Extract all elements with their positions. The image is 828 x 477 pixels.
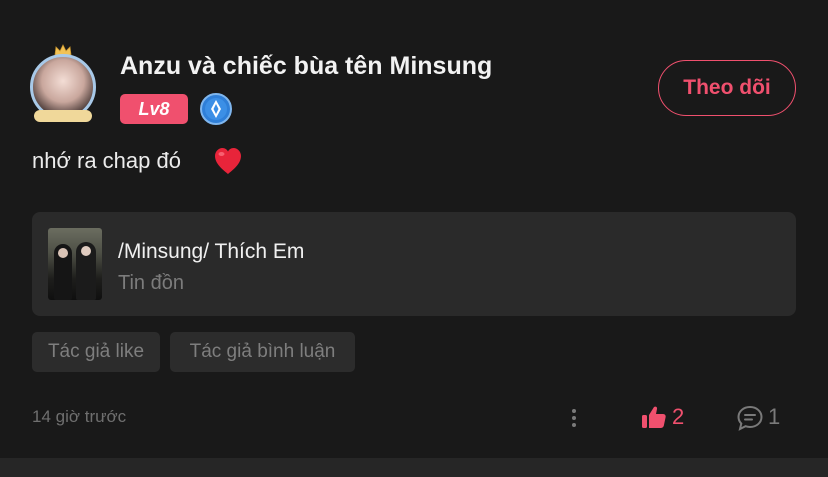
tag-author-comment[interactable]: Tác giả bình luận	[170, 332, 355, 372]
author-name[interactable]: Anzu và chiếc bùa tên Minsung	[120, 52, 492, 81]
avatar-frame-ribbon	[34, 110, 92, 122]
post-content: nhớ ra chap đó	[32, 148, 181, 173]
tag-author-like[interactable]: Tác giả like	[32, 332, 160, 372]
diamond-badge-icon	[200, 93, 232, 125]
thumbs-up-icon[interactable]	[641, 404, 667, 430]
story-title: /Minsung/ Thích Em	[118, 240, 305, 263]
story-subtitle: Tin đồn	[118, 272, 184, 294]
post-timestamp: 14 giờ trước	[32, 407, 127, 426]
comment-count: 1	[768, 404, 781, 429]
follow-button[interactable]: Theo dõi	[658, 60, 796, 116]
linked-story-card[interactable]: /Minsung/ Thích Em Tin đồn	[32, 212, 796, 316]
more-options-icon[interactable]	[566, 404, 582, 432]
level-badge: Lv8	[120, 94, 188, 124]
like-count: 2	[672, 404, 685, 429]
section-divider	[0, 458, 828, 477]
author-avatar[interactable]	[26, 44, 102, 124]
story-cover-image	[48, 228, 102, 300]
comment-icon[interactable]	[736, 404, 764, 432]
heart-emoji-icon	[215, 148, 241, 174]
